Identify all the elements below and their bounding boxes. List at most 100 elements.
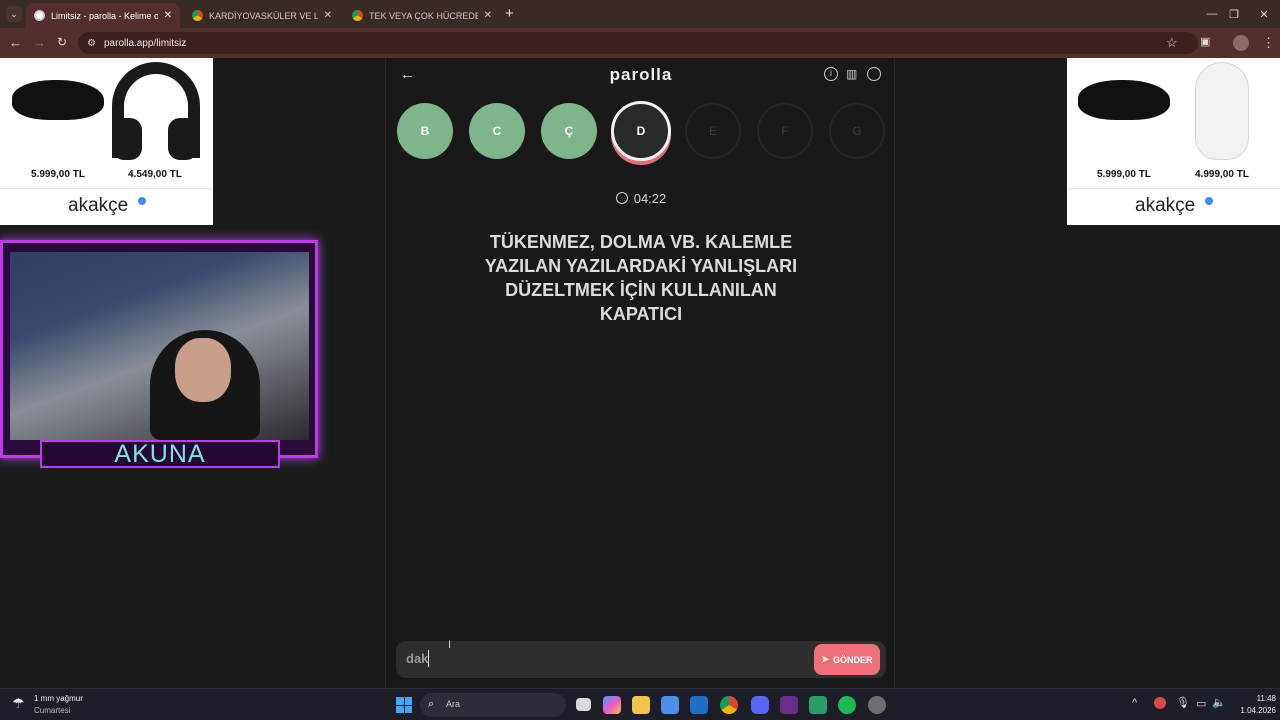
tray-chevron-up-icon[interactable]: ^ bbox=[1132, 697, 1137, 709]
akakce-logo: akakçe bbox=[68, 195, 129, 216]
chrome-favicon-icon bbox=[192, 10, 203, 21]
question-line: YAZILAN YAZILARDAKİ YANLIŞLARI bbox=[484, 256, 798, 276]
search-box[interactable]: ⌕ Ara bbox=[420, 693, 566, 717]
letter: D bbox=[636, 124, 646, 138]
mouse-image bbox=[1078, 80, 1170, 120]
weather-icon: ☂ bbox=[12, 695, 25, 711]
ad-price: 4.999,00 TL bbox=[1195, 169, 1249, 180]
tray-app-icon[interactable] bbox=[1154, 697, 1166, 709]
letter-circle-cc: Ç bbox=[541, 103, 597, 159]
stats-icon[interactable]: ▥ bbox=[846, 67, 857, 81]
menu-icon[interactable]: ⋮ bbox=[1262, 35, 1275, 51]
close-icon[interactable]: ✕ bbox=[484, 10, 492, 21]
info-icon[interactable]: i bbox=[824, 67, 838, 81]
streamer-face bbox=[175, 338, 231, 402]
mouse-cursor-icon: I bbox=[448, 639, 452, 651]
right-ad[interactable]: 5.999,00 TL 4.999,00 TL akakçe bbox=[1067, 58, 1280, 225]
extensions-icon[interactable]: ▣ bbox=[1200, 35, 1210, 48]
file-explorer-icon[interactable] bbox=[632, 696, 650, 714]
spotify-icon[interactable] bbox=[838, 696, 856, 714]
task-view-icon[interactable] bbox=[576, 698, 591, 711]
tab-kardiyo[interactable]: KARDİYOVASKÜLER VE LENFATİ ✕ bbox=[184, 3, 340, 28]
close-icon[interactable]: ✕ bbox=[324, 10, 332, 21]
answer-input[interactable]: dak bbox=[406, 651, 428, 666]
weather-day: Cumartesi bbox=[34, 706, 71, 715]
discord-icon[interactable] bbox=[751, 696, 769, 714]
headphones-cup bbox=[168, 118, 198, 160]
question-line: KAPATICI bbox=[599, 304, 683, 324]
akakce-logo: akakçe bbox=[1135, 195, 1196, 216]
forward-icon[interactable]: → bbox=[33, 35, 46, 50]
tab-parolla[interactable]: Limitsiz - parolla - Kelime oyunu ✕ bbox=[26, 3, 180, 28]
start-button[interactable] bbox=[396, 697, 412, 713]
question: TÜKENMEZ, DOLMA VB. KALEMLE YAZILAN YAZI… bbox=[426, 230, 856, 326]
verified-icon bbox=[138, 197, 146, 205]
tab-title: TEK VEYA ÇOK HÜCREDEN OLU bbox=[369, 10, 478, 21]
letter: G bbox=[852, 124, 862, 138]
account-icon[interactable] bbox=[867, 67, 881, 81]
visual-studio-icon[interactable] bbox=[780, 696, 798, 714]
tab-title: KARDİYOVASKÜLER VE LENFATİ bbox=[209, 10, 318, 21]
url-field[interactable]: ⚙ parolla.app/limitsiz bbox=[78, 32, 1198, 54]
copilot-icon[interactable] bbox=[603, 696, 621, 714]
ad-price: 5.999,00 TL bbox=[1097, 169, 1151, 180]
volume-icon[interactable]: 🔈 bbox=[1212, 696, 1226, 709]
send-button[interactable]: ➤ GÖNDER bbox=[814, 644, 880, 675]
letter: B bbox=[420, 124, 430, 138]
letter-circle-f: F bbox=[757, 103, 813, 159]
reload-icon[interactable]: ↻ bbox=[57, 35, 67, 49]
url-text: parolla.app/limitsiz bbox=[104, 37, 187, 49]
ad-price: 4.549,00 TL bbox=[128, 169, 182, 180]
timer-value: 04:22 bbox=[633, 191, 667, 206]
tab-bar: ⌄ Limitsiz - parolla - Kelime oyunu ✕ KA… bbox=[0, 0, 1280, 28]
search-label: Ara bbox=[446, 699, 461, 709]
letter: E bbox=[708, 124, 717, 138]
headphones-cup bbox=[112, 118, 142, 160]
clock-time[interactable]: 11:48 bbox=[1232, 694, 1276, 703]
tab-hucre[interactable]: TEK VEYA ÇOK HÜCREDEN OLU ✕ bbox=[344, 3, 500, 28]
tab-search-button[interactable]: ⌄ bbox=[6, 6, 22, 22]
site-info-icon[interactable]: ⚙ bbox=[87, 38, 96, 49]
tab-title: Limitsiz - parolla - Kelime oyunu bbox=[51, 10, 158, 21]
letter-circle-d-current: D bbox=[611, 101, 671, 161]
timer: 04:22 bbox=[386, 191, 896, 206]
display-icon[interactable]: ▭ bbox=[1196, 697, 1206, 710]
back-icon[interactable]: ← bbox=[9, 35, 22, 50]
answer-box: dak ➤ GÖNDER bbox=[396, 641, 886, 678]
microphone-icon[interactable]: 🎙 bbox=[1176, 696, 1190, 709]
close-window-icon[interactable]: ✕ bbox=[1244, 0, 1280, 28]
profile-avatar[interactable] bbox=[1233, 35, 1249, 51]
search-icon: ⌕ bbox=[428, 698, 435, 710]
chrome-favicon-icon bbox=[352, 10, 363, 21]
bookmark-star-icon[interactable]: ☆ bbox=[1166, 35, 1178, 51]
left-ad[interactable]: 5.999,00 TL 4.549,00 TL akakçe bbox=[0, 58, 213, 225]
letter-circle-e: E bbox=[685, 103, 741, 159]
new-tab-button[interactable]: + bbox=[505, 5, 514, 22]
address-bar: ← → ↻ ⚙ parolla.app/limitsiz ☆ ▣ ⋮ bbox=[0, 28, 1280, 58]
clock-icon bbox=[615, 192, 628, 204]
clock-date[interactable]: 1.04.2026 bbox=[1226, 706, 1276, 715]
taskbar: ☂ 1 mm yağmur Cumartesi ⌕ Ara ^ 🎙 ▭ 🔈 11… bbox=[0, 688, 1280, 720]
send-label: GÖNDER bbox=[833, 654, 873, 665]
weather-temp: 1 mm yağmur bbox=[34, 694, 83, 703]
parolla-favicon-icon bbox=[34, 10, 45, 21]
verified-icon bbox=[1205, 197, 1213, 205]
app-icon[interactable] bbox=[809, 696, 827, 714]
letter-circle-b: B bbox=[397, 103, 453, 159]
settings-gear-icon[interactable] bbox=[868, 696, 886, 714]
streamer-name: AKUNA bbox=[114, 440, 206, 468]
chrome-icon[interactable] bbox=[720, 696, 738, 714]
game-panel: ← parolla i ▥ B C Ç D E F G 04:22 TÜKENM… bbox=[385, 58, 895, 688]
ad-price: 5.999,00 TL bbox=[31, 169, 85, 180]
mouse-image bbox=[12, 80, 104, 120]
ad-divider bbox=[0, 188, 213, 189]
store-icon[interactable] bbox=[661, 696, 679, 714]
send-icon: ➤ bbox=[821, 654, 830, 664]
text-cursor bbox=[428, 650, 429, 667]
question-line: TÜKENMEZ, DOLMA VB. KALEMLE bbox=[489, 232, 793, 252]
close-icon[interactable]: ✕ bbox=[164, 10, 172, 21]
ad-divider bbox=[1067, 188, 1280, 189]
outlook-icon[interactable] bbox=[690, 696, 708, 714]
question-line: DÜZELTMEK İÇİN KULLANILAN bbox=[505, 280, 777, 300]
game-logo: parolla bbox=[609, 65, 673, 84]
